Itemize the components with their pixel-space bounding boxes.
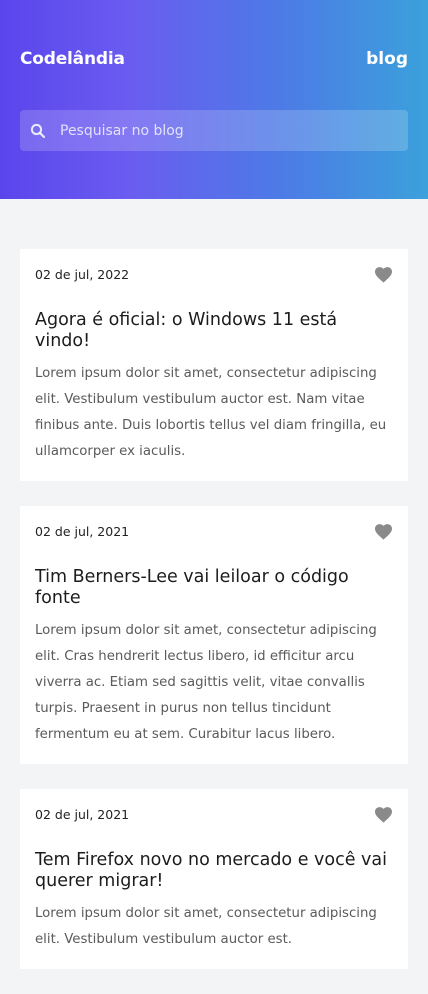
heart-icon: [374, 523, 392, 540]
post-title[interactable]: Tim Berners-Lee vai leiloar o código fon…: [35, 567, 393, 609]
post-card[interactable]: 02 de jul, 2022 Agora é oficial: o Windo…: [20, 249, 408, 481]
like-button[interactable]: [373, 805, 393, 823]
search-input[interactable]: [60, 122, 380, 139]
post-date: 02 de jul, 2022: [35, 266, 130, 282]
nav-blog-link[interactable]: blog: [366, 49, 408, 69]
post-title[interactable]: Agora é oficial: o Windows 11 está vindo…: [35, 310, 393, 352]
like-button[interactable]: [373, 265, 393, 283]
search-icon: [30, 123, 46, 138]
post-card[interactable]: 02 de jul, 2021 Tem Firefox novo no merc…: [20, 789, 408, 969]
post-date: 02 de jul, 2021: [35, 806, 130, 822]
post-list: 02 de jul, 2022 Agora é oficial: o Windo…: [20, 249, 408, 994]
post-card-header: 02 de jul, 2021: [35, 803, 393, 825]
post-card-header: 02 de jul, 2021: [35, 520, 393, 542]
post-card[interactable]: 02 de jul, 2021 Tim Berners-Lee vai leil…: [20, 506, 408, 764]
post-date: 02 de jul, 2021: [35, 523, 130, 539]
post-title[interactable]: Tem Firefox novo no mercado e você vai q…: [35, 850, 393, 892]
top-bar: Codelândia blog: [20, 48, 408, 70]
like-button[interactable]: [373, 522, 393, 540]
heart-icon: [374, 266, 392, 283]
brand-logo[interactable]: Codelândia: [20, 49, 125, 69]
post-excerpt: Lorem ipsum dolor sit amet, consectetur …: [35, 623, 377, 742]
header: Codelândia blog: [0, 0, 428, 199]
post-card-header: 02 de jul, 2022: [35, 263, 393, 285]
search-bar[interactable]: [20, 110, 408, 151]
post-excerpt: Lorem ipsum dolor sit amet, consectetur …: [35, 906, 377, 947]
heart-icon: [374, 806, 392, 823]
post-excerpt: Lorem ipsum dolor sit amet, consectetur …: [35, 366, 387, 459]
